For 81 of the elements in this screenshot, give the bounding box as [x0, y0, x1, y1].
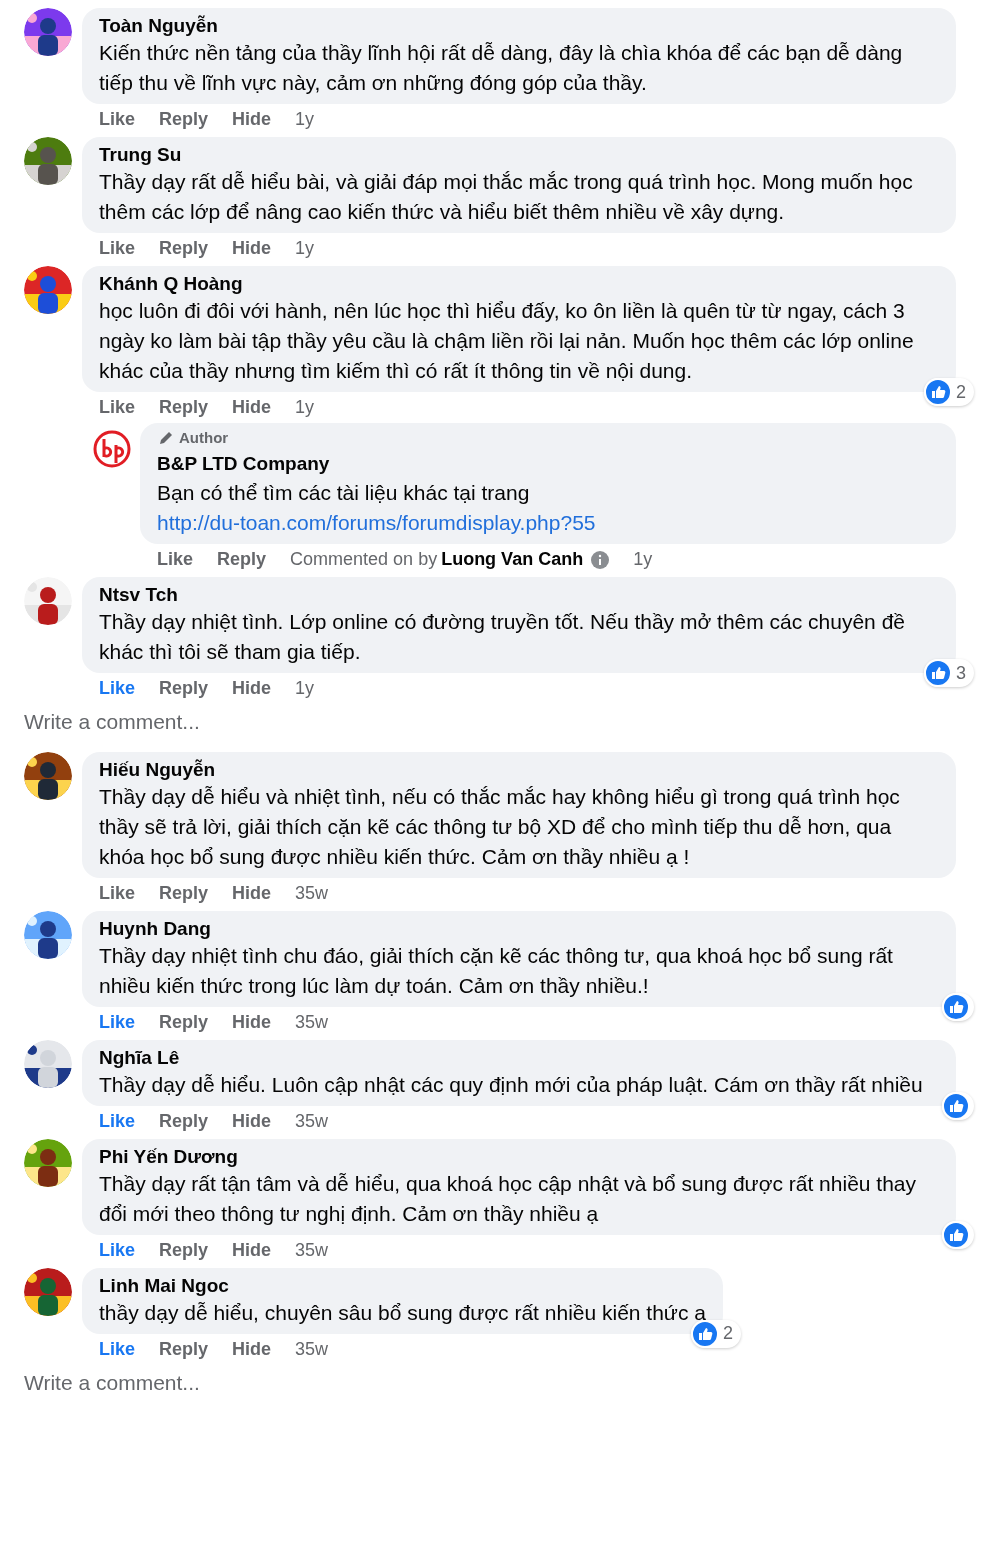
reply-button[interactable]: Reply [159, 1107, 209, 1135]
commenter-name[interactable]: B&P LTD Company [157, 449, 939, 478]
like-button[interactable]: Like [99, 106, 136, 133]
like-button[interactable]: Like [157, 546, 194, 573]
hide-button[interactable]: Hide [232, 235, 272, 262]
commenter-name[interactable]: Nghĩa Lê [99, 1045, 939, 1070]
reaction-number: 2 [722, 1322, 734, 1345]
commented-on-label: Commented on by [290, 548, 438, 571]
reaction-count[interactable]: 2 [924, 378, 974, 406]
reaction-number: 2 [956, 380, 967, 404]
reply-button[interactable]: Reply [159, 235, 209, 262]
reaction-count[interactable] [942, 1220, 974, 1249]
timestamp[interactable]: 35w [295, 1008, 329, 1036]
like-button[interactable]: Like [99, 1107, 136, 1135]
comment-text: Thầy dạy nhiệt tình chu đáo, giải thích cặn kẽ các thông tư, qua khoá học bổ sung rất nhiều kiến thức trong lúc làm dự toán. Cảm ơn thầy nhiều.! [99, 942, 894, 999]
thumbs-up-icon [942, 992, 970, 1021]
reply-button[interactable]: Reply [159, 1236, 209, 1264]
comment-text: Thầy dạy dễ hiểu. Luôn cập nhật các quy định mới của pháp luật. Cám ơn thầy rất nhiều [99, 1071, 924, 1098]
timestamp[interactable]: 35w [295, 1107, 329, 1135]
timestamp[interactable]: 35w [295, 1335, 329, 1363]
comment-text: Thầy dạy nhiệt tình. Lớp online có đường truyền tốt. Nếu thầy mở thêm các chuyên đề khác thì tôi sẽ tham gia tiếp. [99, 609, 906, 665]
hide-button[interactable]: Hide [232, 879, 272, 907]
commenter-name[interactable]: Phi Yến Dương [99, 1144, 939, 1169]
reaction-count[interactable]: 3 [924, 659, 974, 687]
timestamp[interactable]: 1y [633, 546, 653, 573]
comment-text: Thầy dạy rất dễ hiểu bài, và giải đáp mọi thắc mắc trong quá trình học. Mong muốn học thêm các lớp để nâng cao kiến thức và hiểu biết thêm nhiều về xây dựng. [99, 169, 914, 225]
comment-text: Kiến thức nền tảng của thầy lĩnh hội rất dễ dàng, đây là chìa khóa để các bạn dễ dàng tiếp thu về lĩnh vực này, cảm ơn những đóng góp của thầy. [99, 40, 904, 96]
reaction-count[interactable]: 2 [690, 1319, 741, 1348]
timestamp[interactable]: 1y [295, 106, 315, 133]
url-link[interactable]: http://du-toan.com/forums/forumdisplay.php?55 [157, 511, 596, 534]
timestamp[interactable]: 1y [295, 394, 315, 421]
like-button[interactable]: Like [99, 394, 136, 421]
info-icon[interactable] [591, 550, 610, 569]
like-button[interactable]: Like [99, 1335, 136, 1363]
timestamp[interactable]: 35w [295, 879, 329, 907]
comment-text: Thầy dạy dễ hiểu và nhiệt tình, nếu có thắc mắc hay không hiểu gì trong quá trình học thầy sẽ trả lời, giải thích cặn kẽ các thông tư bộ XD để cho mình tiếp thu dễ hơn, qua khóa học bổ sung được nhiều kiến thức. Cảm ơn thầy nhiều ạ ! [99, 783, 901, 870]
reply-button[interactable]: Reply [159, 1008, 209, 1036]
commenter-name[interactable]: Huynh Dang [99, 916, 939, 941]
comment-text: học luôn đi đôi với hành, nên lúc học thì hiểu đấy, ko ôn liền là quên từ từ ngay, cách 3 ngày ko làm bài tập thầy yêu cầu là chậm liền rồi lại nản. Muốn học thêm các lớp online khác của thầy nhưng tìm kiếm thì có rất ít thông tin về nội dung. [99, 298, 915, 384]
reply-button[interactable]: Reply [159, 675, 209, 702]
like-button[interactable]: Like [99, 235, 136, 262]
logo-icon [92, 429, 132, 469]
like-button[interactable]: Like [99, 1236, 136, 1264]
timestamp[interactable]: 1y [295, 675, 315, 702]
reaction-count[interactable] [942, 1091, 974, 1120]
commenter-name[interactable]: Linh Mai Ngoc [99, 1273, 706, 1298]
reply-button[interactable]: Reply [217, 546, 267, 573]
like-button[interactable]: Like [99, 879, 136, 907]
timestamp[interactable]: 1y [295, 235, 315, 262]
thumbs-up-icon [924, 378, 952, 406]
thumbs-up-icon [942, 1091, 970, 1120]
commenter-name[interactable]: Khánh Q Hoàng [99, 272, 939, 296]
like-button[interactable]: Like [99, 675, 136, 702]
comment-input[interactable]: Write a comment... [24, 1366, 976, 1398]
hide-button[interactable]: Hide [232, 1236, 272, 1264]
commenter-link[interactable]: Luong Van Canh [441, 546, 584, 573]
reply-button[interactable]: Reply [159, 106, 209, 133]
commenter-name[interactable]: Ntsv Tch [99, 583, 939, 607]
reaction-number: 3 [956, 661, 967, 685]
hide-button[interactable]: Hide [232, 106, 272, 133]
hide-button[interactable]: Hide [232, 394, 272, 421]
thumbs-up-icon [942, 1220, 970, 1249]
timestamp[interactable]: 35w [295, 1236, 329, 1264]
comment-input[interactable]: Write a comment... [24, 706, 976, 738]
commenter-name[interactable]: Toàn Nguyễn [99, 14, 939, 38]
like-button[interactable]: Like [99, 1008, 136, 1036]
commenter-name[interactable]: Hiếu Nguyễn [99, 757, 939, 782]
reply-button[interactable]: Reply [159, 879, 209, 907]
comment-text: Thầy dạy rất tận tâm và dễ hiểu, qua khoá học cập nhật và bổ sung được rất nhiều thay đổi mới theo thông tư nghị định. Cảm ơn thầy nhiều ạ [99, 1170, 917, 1227]
reaction-count[interactable] [942, 992, 974, 1021]
hide-button[interactable]: Hide [232, 1107, 272, 1135]
thumbs-up-icon [924, 659, 952, 687]
author-label: Author [179, 428, 229, 448]
commenter-name[interactable]: Trung Su [99, 143, 939, 167]
hide-button[interactable]: Hide [232, 1008, 272, 1036]
thumbs-up-icon [690, 1319, 719, 1348]
comment-text: Bạn có thể tìm các tài liệu khác tại trang http://du-toan.com/forums/forumdisplay.php?55 [157, 480, 597, 536]
reply-button[interactable]: Reply [159, 1335, 209, 1363]
hide-button[interactable]: Hide [232, 675, 272, 702]
hide-button[interactable]: Hide [232, 1335, 272, 1363]
reply-button[interactable]: Reply [159, 394, 209, 421]
